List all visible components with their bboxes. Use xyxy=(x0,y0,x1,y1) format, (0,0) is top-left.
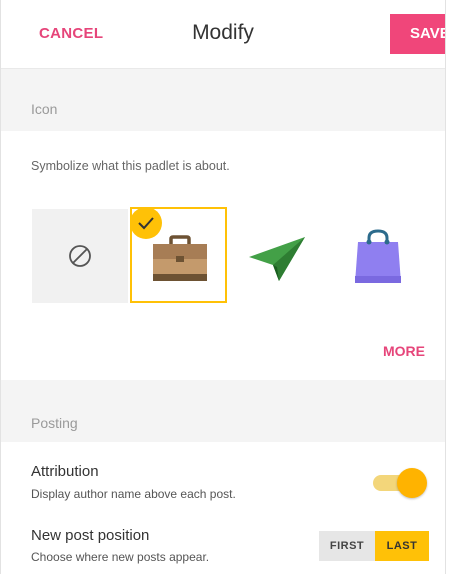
posting-section-label: Posting xyxy=(31,415,78,431)
save-button[interactable]: SAVE xyxy=(390,14,445,54)
position-first-button[interactable]: FIRST xyxy=(319,531,375,561)
new-post-position-title: New post position xyxy=(31,527,150,544)
icon-section-header: Icon xyxy=(1,69,445,131)
more-icons-button[interactable]: MORE xyxy=(383,343,425,359)
position-last-button[interactable]: LAST xyxy=(375,531,429,561)
attribution-toggle[interactable] xyxy=(371,467,429,499)
modify-dialog: CANCEL Modify SAVE Icon Symbolize what t… xyxy=(0,0,446,574)
paper-plane-icon[interactable] xyxy=(249,237,307,281)
attribution-description: Display author name above each post. xyxy=(31,487,236,501)
dialog-title: Modify xyxy=(192,21,254,44)
none-icon xyxy=(69,245,91,267)
icon-option-none[interactable] xyxy=(32,209,128,303)
shopping-bag-icon[interactable] xyxy=(354,229,404,285)
briefcase-icon xyxy=(153,235,207,281)
toggle-knob xyxy=(397,468,427,498)
icon-hint-text: Symbolize what this padlet is about. xyxy=(31,159,230,173)
posting-section-header: Posting xyxy=(1,380,445,442)
icon-section-label: Icon xyxy=(31,101,58,117)
new-post-position-description: Choose where new posts appear. xyxy=(31,550,210,564)
icon-option-briefcase[interactable] xyxy=(130,207,227,303)
post-position-selector: FIRST LAST xyxy=(319,531,429,561)
attribution-title: Attribution xyxy=(31,463,99,480)
dialog-header: CANCEL Modify SAVE xyxy=(1,0,445,69)
selected-check-icon xyxy=(130,207,162,239)
